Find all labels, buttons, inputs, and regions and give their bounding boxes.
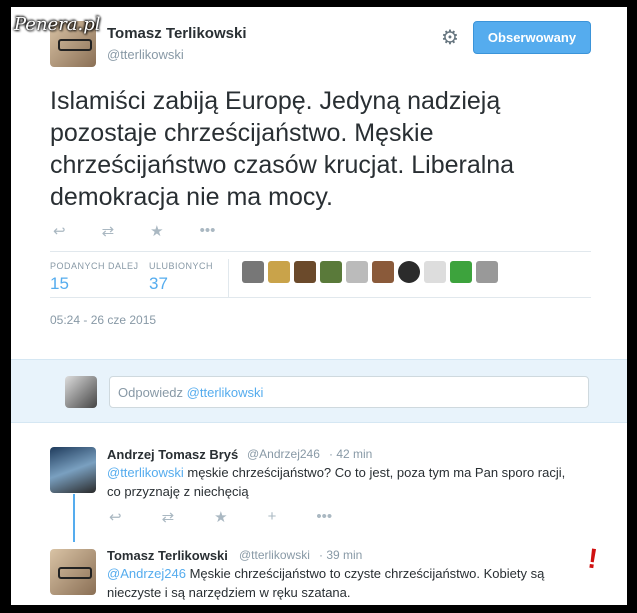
retweets-label: PODANYCH DALEJ [50,261,139,271]
reply-author-avatar[interactable] [50,549,96,595]
favoriter-avatar[interactable] [320,261,342,283]
author-name[interactable]: Tomasz Terlikowski [107,25,247,42]
favoriter-avatar[interactable] [372,261,394,283]
favoriter-avatar[interactable] [398,261,420,283]
reply-actions: ↩ ⇄ ★ + ••• [109,508,332,526]
watermark-logo: Penera.pl [14,14,101,35]
reply-icon[interactable]: ↩ [109,508,122,526]
stats-divider-top [50,251,591,252]
star-icon[interactable]: ★ [150,222,163,240]
current-user-avatar[interactable] [65,376,97,408]
star-icon[interactable]: ★ [214,508,227,526]
favorites-count: 37 [149,274,168,293]
reply-author-name[interactable]: Andrzej Tomasz Bryś [107,447,238,462]
tweet-actions: ↩ ⇄ ★ ••• [53,222,215,240]
thread-connector [73,494,75,542]
avatar-glasses [58,567,92,579]
reply-author-handle[interactable]: @tterlikowski [239,548,310,562]
tweet-card: Tomasz Terlikowski @tterlikowski ⚙ Obser… [11,7,627,605]
reply-time[interactable]: · 39 min [319,548,362,562]
favoriter-avatar[interactable] [242,261,264,283]
reply-author-name[interactable]: Tomasz Terlikowski [107,548,228,563]
stats-separator [228,259,229,297]
favoriter-avatar[interactable] [424,261,446,283]
stats-divider-bottom [50,297,591,298]
reply-author-avatar[interactable] [50,447,96,493]
avatar-glasses [58,39,92,51]
favoriter-avatar[interactable] [450,261,472,283]
favorites-stat[interactable]: ULUBIONYCH 37 [149,261,213,294]
reply-text: @Andrzej246 Męskie chrześcijaństwo to cz… [107,564,577,602]
retweet-icon[interactable]: ⇄ [162,508,175,526]
reply-text: @tterlikowski męskie chrześcijaństwo? Co… [107,463,567,501]
author-handle[interactable]: @tterlikowski [107,47,184,62]
reply-box-area: Odpowiedz @tterlikowski [11,359,627,423]
more-icon[interactable]: ••• [200,222,216,240]
follow-button[interactable]: Obserwowany [473,21,591,54]
gear-icon[interactable]: ⚙ [441,25,459,50]
reply-icon[interactable]: ↩ [53,222,66,240]
more-icon[interactable]: ••• [316,508,332,526]
reply-mention[interactable]: @tterlikowski [107,465,184,480]
favoriter-avatar[interactable] [294,261,316,283]
retweets-count: 15 [50,274,69,293]
reply-input[interactable]: Odpowiedz @tterlikowski [109,376,589,408]
tweet-timestamp[interactable]: 05:24 - 26 cze 2015 [50,313,156,327]
follow-icon[interactable]: + [268,508,277,526]
favoriter-avatar[interactable] [346,261,368,283]
reply-mention[interactable]: @Andrzej246 [107,566,186,581]
favoriter-avatar[interactable] [476,261,498,283]
reply-input-prefix: Odpowiedz [118,385,184,400]
tweet-text: Islamiści zabiją Europę. Jedyną nadzieją… [50,87,515,211]
reply-time[interactable]: · 42 min [329,447,372,461]
exclamation-mark-icon: ! [585,542,600,575]
reply-input-mention: @tterlikowski [186,385,264,400]
favorites-label: ULUBIONYCH [149,261,214,271]
retweets-stat[interactable]: PODANYCH DALEJ 15 [50,261,139,294]
favoriter-avatar[interactable] [268,261,290,283]
reply-author-handle[interactable]: @Andrzej246 [247,447,320,461]
retweet-icon[interactable]: ⇄ [102,222,115,240]
